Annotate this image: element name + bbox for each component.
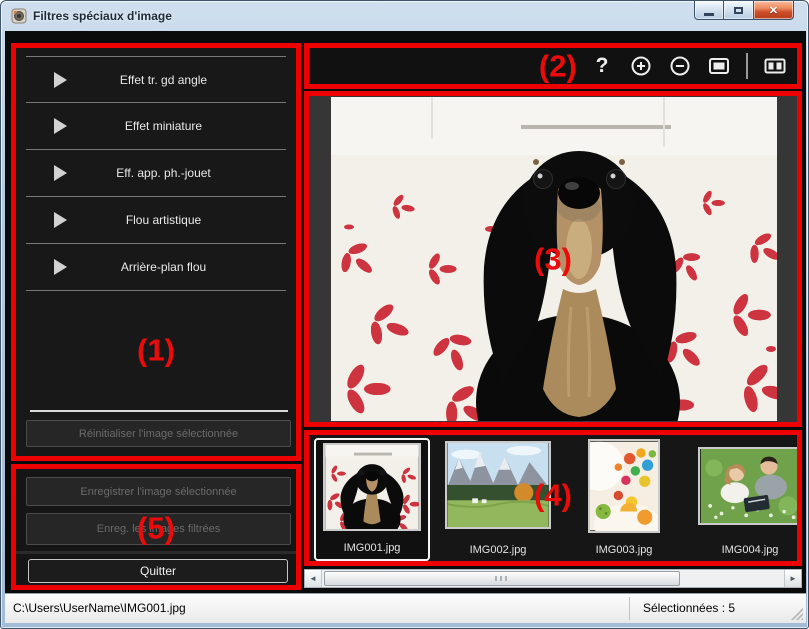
status-file-path: C:\Users\UserName\IMG001.jpg — [13, 601, 186, 615]
maximize-icon — [734, 7, 743, 14]
preview-image — [331, 97, 777, 421]
titlebar: Filtres spéciaux d'image ✕ — [1, 1, 808, 31]
play-icon — [54, 118, 67, 134]
dialog-content: Effet tr. gd angle Effet miniature Eff. … — [5, 31, 806, 623]
divider — [30, 410, 288, 412]
filter-item-wide-angle[interactable]: Effet tr. gd angle — [26, 56, 286, 103]
thumbnail-label: IMG003.jpg — [596, 541, 653, 561]
scroll-left-arrow[interactable]: ◄ — [305, 570, 322, 587]
filter-list: Effet tr. gd angle Effet miniature Eff. … — [26, 48, 286, 291]
annotation-region-3: (3) — [304, 91, 802, 427]
compare-icon[interactable] — [763, 54, 787, 78]
status-selection-count: Sélectionnées : 5 — [643, 601, 735, 615]
play-icon — [54, 212, 67, 228]
whole-image-view-icon[interactable] — [707, 54, 731, 78]
app-icon — [11, 8, 27, 24]
thumbnail-label: IMG004.jpg — [722, 541, 779, 561]
thumbnail-image-4 — [698, 447, 797, 525]
play-icon — [54, 259, 67, 275]
filter-item-blur-background[interactable]: Arrière-plan flou — [26, 244, 286, 291]
thumbnail-image-1 — [323, 443, 421, 531]
thumbnail-item-1[interactable]: IMG001.jpg — [314, 438, 430, 561]
thumbnail-item-4[interactable]: IMG004.jpg — [692, 438, 797, 561]
thumbnail-label: IMG001.jpg — [344, 539, 401, 559]
divider — [16, 551, 296, 554]
save-filtered-images-button[interactable]: Enreg. les images filtrées — [26, 513, 291, 545]
status-bar: C:\Users\UserName\IMG001.jpg Sélectionné… — [5, 593, 806, 623]
annotation-1: (1) — [137, 334, 175, 365]
thumbnail-label: IMG002.jpg — [470, 541, 527, 561]
toolbar-separator — [746, 53, 748, 79]
zoom-out-icon[interactable] — [668, 54, 692, 78]
thumbnail-item-2[interactable]: IMG002.jpg — [440, 438, 556, 561]
annotation-region-5: Enregistrer l'image sélectionnée Enreg. … — [11, 464, 301, 590]
thumbnail-image-2 — [445, 441, 551, 529]
thumbnail-item-3[interactable]: IMG003.jpg — [566, 438, 682, 561]
filters-dialog-window: Filtres spéciaux d'image ✕ Effet tr. gd … — [0, 0, 809, 629]
resize-grip-icon[interactable] — [791, 608, 803, 620]
status-divider — [629, 597, 630, 620]
help-icon[interactable]: ? — [590, 54, 614, 78]
reset-selected-image-button[interactable]: Réinitialiser l'image sélectionnée — [26, 420, 291, 447]
minimize-button[interactable] — [694, 1, 724, 20]
scroll-right-arrow[interactable]: ► — [784, 570, 801, 587]
thumbnail-scrollbar[interactable]: ◄ ► — [304, 569, 802, 588]
close-icon: ✕ — [769, 4, 778, 17]
zoom-in-icon[interactable] — [629, 54, 653, 78]
filter-item-miniature[interactable]: Effet miniature — [26, 103, 286, 150]
annotation-region-2: ? (2) — [304, 43, 802, 89]
filter-item-toy-camera[interactable]: Eff. app. ph.-jouet — [26, 150, 286, 197]
scrollbar-thumb[interactable] — [324, 571, 680, 586]
annotation-region-4: IMG001.jpg — [304, 430, 802, 566]
play-icon — [54, 72, 67, 88]
save-selected-image-button[interactable]: Enregistrer l'image sélectionnée — [26, 477, 291, 506]
filter-item-soft-focus[interactable]: Flou artistique — [26, 197, 286, 244]
thumbnail-strip: IMG001.jpg — [309, 435, 797, 561]
thumbnail-image-3 — [588, 439, 660, 533]
minimize-icon — [704, 13, 714, 16]
window-title: Filtres spéciaux d'image — [33, 9, 172, 23]
close-button[interactable]: ✕ — [754, 1, 794, 20]
quit-button[interactable]: Quitter — [28, 559, 288, 583]
maximize-button[interactable] — [724, 1, 754, 20]
preview-toolbar: ? — [309, 48, 797, 84]
play-icon — [54, 165, 67, 181]
annotation-region-1: Effet tr. gd angle Effet miniature Eff. … — [11, 43, 301, 461]
